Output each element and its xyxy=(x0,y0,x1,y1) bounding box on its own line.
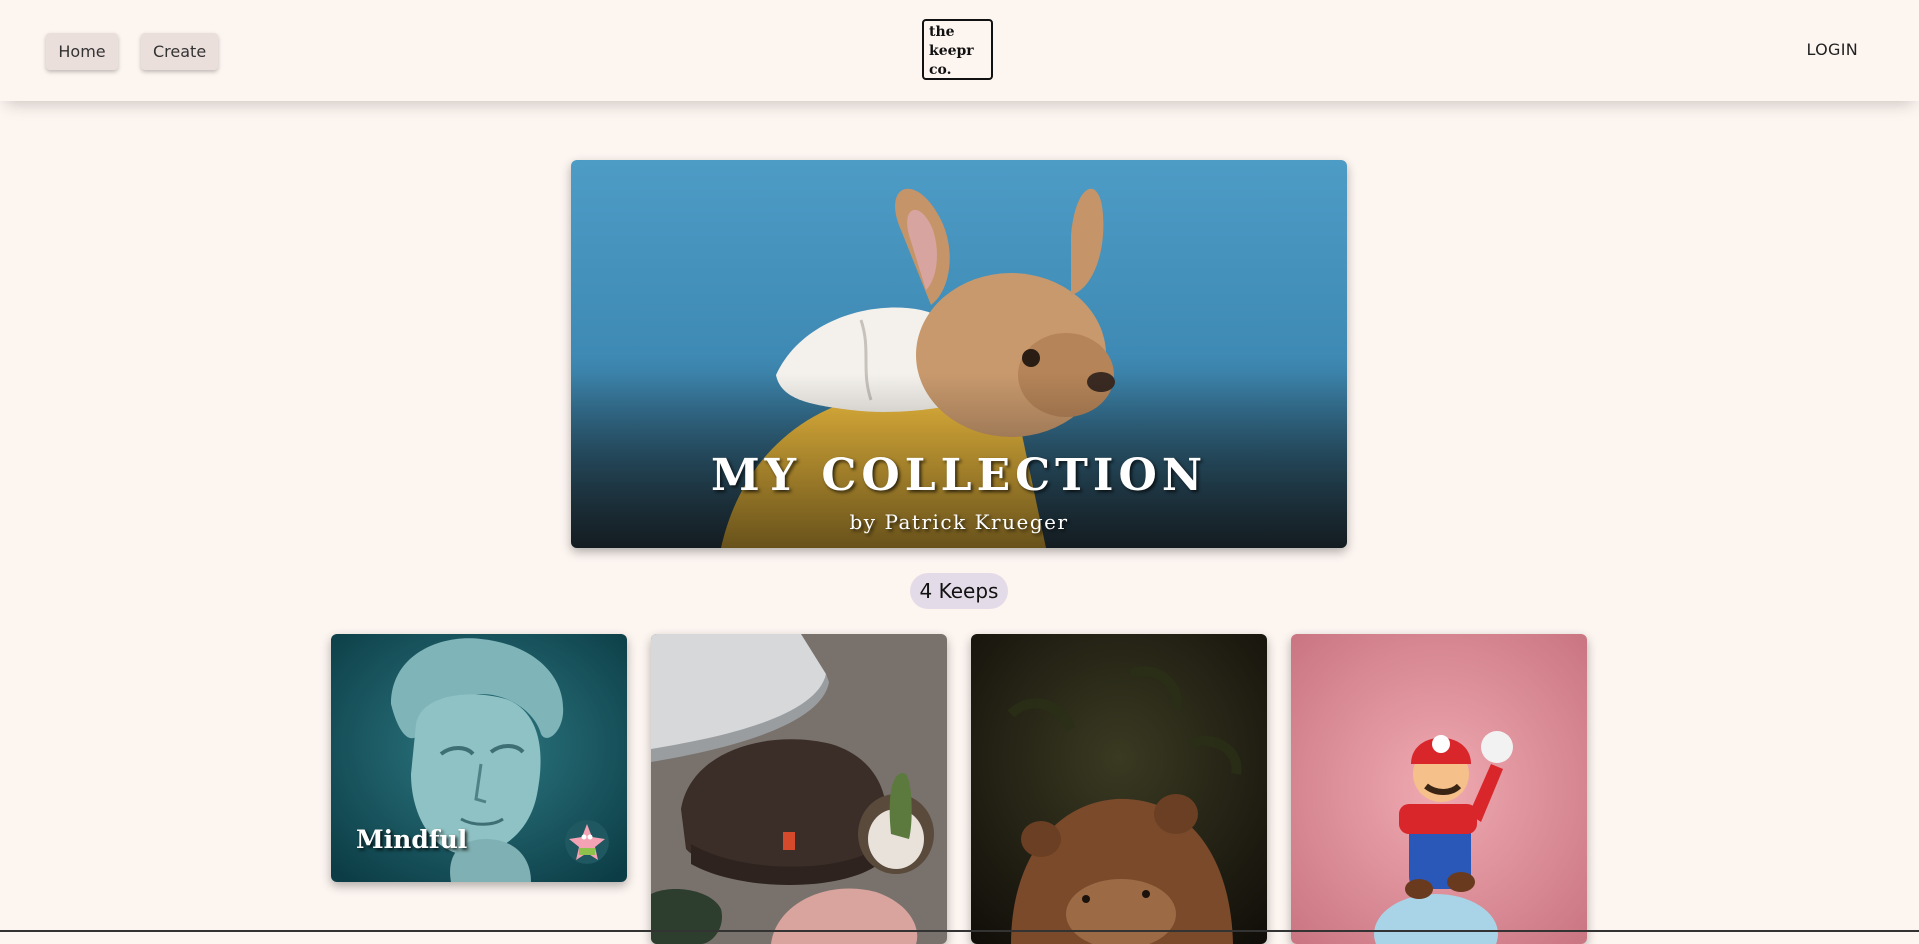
collection-author: by Patrick Krueger xyxy=(849,510,1069,534)
keep-card[interactable] xyxy=(1291,634,1587,944)
create-button[interactable]: Create xyxy=(141,33,218,70)
creator-avatar[interactable] xyxy=(565,820,609,864)
bear-photo xyxy=(971,634,1267,944)
logo-line: co. xyxy=(929,62,952,78)
keep-card[interactable]: Mindful xyxy=(331,634,627,882)
navbar: Home Create the keepr co. LOGIN xyxy=(0,0,1919,101)
logo-line: keepr xyxy=(929,43,974,59)
beanies-photo xyxy=(651,634,947,944)
keep-card[interactable] xyxy=(651,634,947,944)
logo-line: the xyxy=(929,24,955,40)
login-button[interactable]: LOGIN xyxy=(1806,40,1858,59)
keepr-logo[interactable]: the keepr co. xyxy=(922,19,993,80)
keeps-count-badge: 4 Keeps xyxy=(910,573,1008,609)
patrick-star-icon xyxy=(565,820,609,864)
keep-title: Mindful xyxy=(356,825,468,854)
mario-toy-photo xyxy=(1291,634,1587,944)
home-button[interactable]: Home xyxy=(46,33,118,70)
collection-cover-image: MY COLLECTION by Patrick Krueger xyxy=(571,160,1347,548)
keep-card[interactable] xyxy=(971,634,1267,944)
collection-title: MY COLLECTION xyxy=(710,450,1208,501)
